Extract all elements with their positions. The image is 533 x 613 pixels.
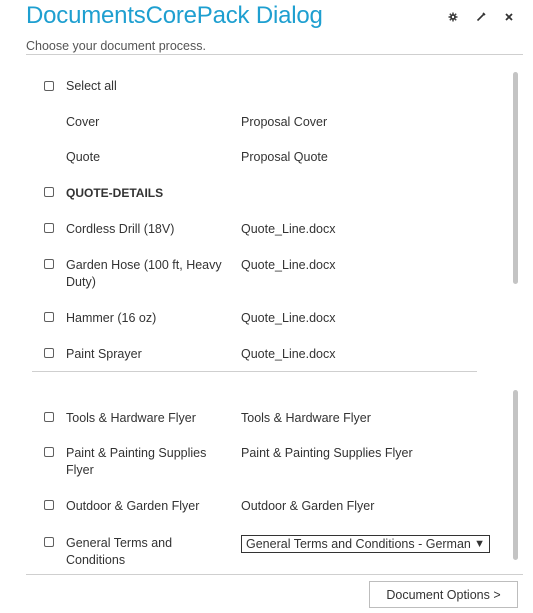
- item-template: Quote_Line.docx: [241, 347, 336, 361]
- item-label: Paint & Painting Supplies Flyer: [66, 446, 207, 477]
- item-checkbox[interactable]: [44, 259, 54, 269]
- item-template: Quote_Line.docx: [241, 222, 336, 236]
- item-label: Hammer (16 oz): [66, 311, 157, 325]
- item-checkbox[interactable]: [44, 312, 54, 322]
- top-scrollbar[interactable]: [513, 72, 518, 284]
- item-checkbox[interactable]: [44, 223, 54, 233]
- header-icons: [445, 9, 517, 25]
- item-checkbox[interactable]: [44, 348, 54, 358]
- select-all-checkbox[interactable]: [44, 81, 54, 91]
- item-label: QUOTE-DETAILS: [66, 186, 164, 200]
- item-checkbox[interactable]: [44, 447, 54, 457]
- document-list-top[interactable]: Select all Cover Proposal Cover Quote Pr…: [26, 70, 520, 368]
- footer-divider: [26, 574, 523, 575]
- item-template: Quote_Line.docx: [241, 311, 336, 325]
- item-template: Proposal Quote: [241, 150, 328, 164]
- select-all-label: Select all: [66, 79, 117, 93]
- document-list-bottom[interactable]: Tools & Hardware Flyer Tools & Hardware …: [26, 390, 520, 573]
- item-template: Proposal Cover: [241, 115, 328, 129]
- item-label: Garden Hose (100 ft, Heavy Duty): [66, 258, 222, 289]
- item-label: Tools & Hardware Flyer: [66, 411, 196, 425]
- item-template: Tools & Hardware Flyer: [241, 411, 371, 425]
- item-label: Cover: [66, 115, 100, 129]
- item-label: General Terms and Conditions: [66, 536, 173, 567]
- item-label: Cordless Drill (18V): [66, 222, 175, 236]
- gear-icon[interactable]: [445, 9, 461, 25]
- item-checkbox[interactable]: [44, 412, 54, 422]
- close-icon[interactable]: [501, 9, 517, 25]
- dialog-title: DocumentsCorePack Dialog: [26, 2, 323, 29]
- item-label: Paint Sprayer: [66, 347, 142, 361]
- header-divider: [26, 54, 523, 55]
- item-checkbox[interactable]: [44, 187, 54, 197]
- edit-icon[interactable]: [473, 9, 489, 25]
- item-label: Outdoor & Garden Flyer: [66, 499, 200, 513]
- chevron-down-icon: ▼: [474, 538, 485, 550]
- list-divider: [32, 371, 477, 372]
- item-checkbox[interactable]: [44, 537, 54, 547]
- item-label: Quote: [66, 150, 101, 164]
- item-template: Paint & Painting Supplies Flyer: [241, 446, 413, 460]
- language-select[interactable]: General Terms and Conditions - German ▼: [241, 535, 490, 553]
- item-template: Quote_Line.docx: [241, 258, 336, 272]
- dialog-subtitle: Choose your document process.: [26, 39, 206, 53]
- item-template: Outdoor & Garden Flyer: [241, 499, 375, 513]
- language-select-value: General Terms and Conditions - German: [246, 537, 471, 551]
- item-checkbox[interactable]: [44, 500, 54, 510]
- bottom-scrollbar[interactable]: [513, 390, 518, 560]
- document-options-button[interactable]: Document Options >: [369, 581, 518, 608]
